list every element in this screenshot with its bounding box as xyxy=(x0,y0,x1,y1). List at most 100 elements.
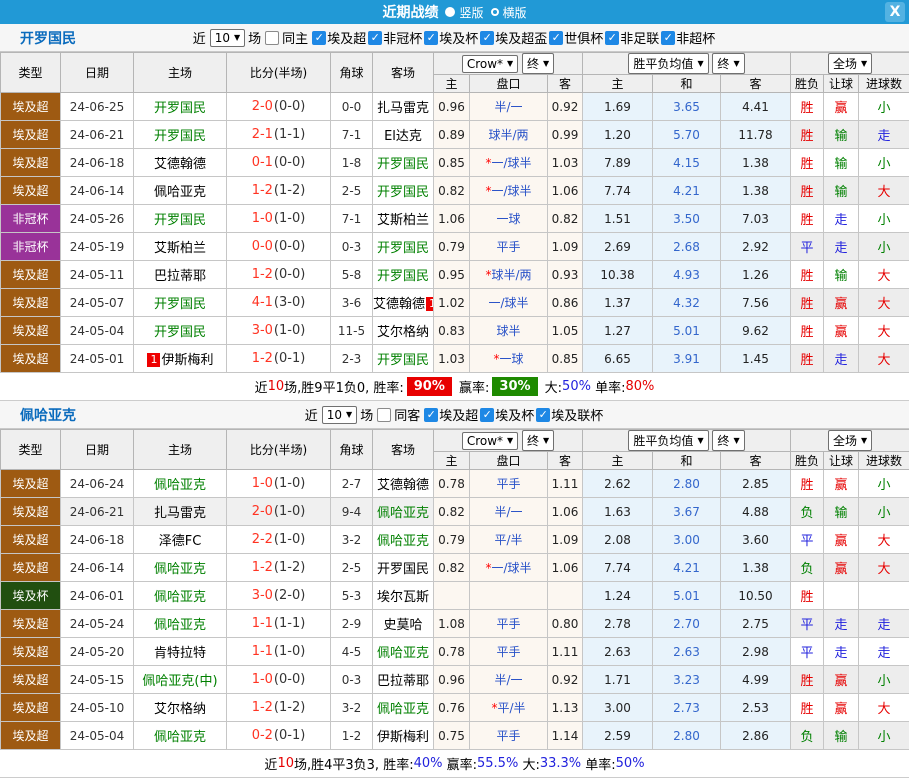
cell-date: 24-05-15 xyxy=(61,666,134,694)
match-scope-select[interactable]: 全场▼ xyxy=(828,430,872,451)
chevron-down-icon: ▼ xyxy=(346,411,352,419)
league-checkbox[interactable]: ✓ xyxy=(312,31,326,45)
league-checkbox[interactable]: ✓ xyxy=(549,31,563,45)
cell-avg-away: 4.99 xyxy=(721,666,791,694)
league-checkbox[interactable]: ✓ xyxy=(424,408,438,422)
cell-score: 0-2(0-1) xyxy=(227,722,331,750)
team-label: 伊斯梅利 xyxy=(161,353,213,368)
cell-league-type: 埃及超 xyxy=(1,638,61,666)
cell-goals-result: 小 xyxy=(859,498,909,526)
league-checkbox[interactable]: ✓ xyxy=(605,31,619,45)
team-label: 佩哈亚克 xyxy=(377,646,429,661)
summary-part: 场,胜9平1负0, 胜率: xyxy=(284,377,404,396)
cell-result: 胜 xyxy=(791,666,824,694)
cell-avg-home: 1.27 xyxy=(583,317,653,345)
team-label: 开罗国民 xyxy=(154,213,206,228)
league-checkbox[interactable]: ✓ xyxy=(368,31,382,45)
odds-company-select[interactable]: Crow*▼ xyxy=(462,55,518,73)
cell-home-team: 佩哈亚克 xyxy=(134,177,227,205)
score-halftime: (1-2) xyxy=(274,700,305,715)
team-label: 开罗国民 xyxy=(377,353,429,368)
league-checkbox[interactable]: ✓ xyxy=(536,408,550,422)
summary-part: 80% xyxy=(625,379,654,394)
cell-score: 1-0(1-0) xyxy=(227,470,331,498)
cell-avg-draw: 4.93 xyxy=(653,261,721,289)
table-row: 埃及超 24-06-18 艾德翰德 0-1(0-0) 1-8 开罗国民 0.85… xyxy=(1,149,909,177)
cell-result: 胜 xyxy=(791,149,824,177)
table-row: 埃及超 24-05-04 佩哈亚克 0-2(0-1) 1-2 伊斯梅利 0.75… xyxy=(1,722,909,750)
score-halftime: (1-2) xyxy=(274,560,305,575)
summary-part: 90% xyxy=(407,377,452,396)
score-halftime: (1-2) xyxy=(274,183,305,198)
final-odds-select[interactable]: 终▼ xyxy=(712,53,744,74)
team-label: 佩哈亚克(中) xyxy=(142,674,217,689)
league-label: 世俱杯 xyxy=(564,28,603,47)
col-header: 比分(半场) xyxy=(227,53,331,93)
cell-odds-away: 1.06 xyxy=(548,498,583,526)
odds-select-group: Crow*▼ 终▼ xyxy=(434,430,583,452)
cell-league-type: 埃及超 xyxy=(1,261,61,289)
league-checkbox[interactable]: ✓ xyxy=(480,31,494,45)
cell-avg-draw: 2.80 xyxy=(653,470,721,498)
cell-avg-away: 3.60 xyxy=(721,526,791,554)
cell-handicap: 平手 xyxy=(470,233,548,261)
cell-corners: 1-2 xyxy=(331,722,373,750)
cell-odds-away: 0.85 xyxy=(548,345,583,373)
cell-score: 4-1(3-0) xyxy=(227,289,331,317)
cell-corners: 3-2 xyxy=(331,526,373,554)
score-fulltime: 3-0 xyxy=(252,588,273,603)
cell-score: 1-2(1-2) xyxy=(227,694,331,722)
odds-company-select[interactable]: Crow*▼ xyxy=(462,432,518,450)
cell-away-team: 开罗国民 xyxy=(373,149,434,177)
cell-avg-draw: 3.00 xyxy=(653,526,721,554)
cell-corners: 2-5 xyxy=(331,554,373,582)
avg-odds-select[interactable]: 胜平负均值▼ xyxy=(628,430,708,451)
league-filters: ✓埃及超✓非冠杯✓埃及杯✓埃及超盃✓世俱杯✓非足联✓非超杯 xyxy=(312,28,716,47)
match-scope-select[interactable]: 全场▼ xyxy=(828,53,872,74)
cell-avg-home: 2.78 xyxy=(583,610,653,638)
same-venue-checkbox[interactable] xyxy=(265,31,279,45)
cell-avg-draw: 3.23 xyxy=(653,666,721,694)
league-checkbox[interactable]: ✓ xyxy=(661,31,675,45)
sub-header: 客 xyxy=(548,75,583,93)
final-odds-select[interactable]: 终▼ xyxy=(522,430,554,451)
league-checkbox[interactable]: ✓ xyxy=(480,408,494,422)
score-halftime: (0-1) xyxy=(274,351,305,366)
league-label: 埃及联杯 xyxy=(551,405,603,424)
match-count-select[interactable]: 10▼ xyxy=(210,29,245,47)
final-odds-select[interactable]: 终▼ xyxy=(522,53,554,74)
team-label: 佩哈亚克 xyxy=(154,590,206,605)
cell-goals-result: 大 xyxy=(859,526,909,554)
cell-league-type: 埃及超 xyxy=(1,526,61,554)
team-label: 扎马雷克 xyxy=(154,506,206,521)
layout-radio-horizontal[interactable]: 横版 xyxy=(491,4,527,21)
same-venue-checkbox[interactable] xyxy=(377,408,391,422)
cell-handicap: 球半 xyxy=(470,317,548,345)
cell-avg-home: 1.63 xyxy=(583,498,653,526)
cell-avg-away: 7.56 xyxy=(721,289,791,317)
close-icon[interactable]: X xyxy=(885,2,905,22)
cell-odds-away: 1.06 xyxy=(548,554,583,582)
cell-home-team: 巴拉蒂耶 xyxy=(134,261,227,289)
cell-date: 24-05-19 xyxy=(61,233,134,261)
league-checkbox[interactable]: ✓ xyxy=(424,31,438,45)
score-fulltime: 0-0 xyxy=(252,239,273,254)
cell-result: 平 xyxy=(791,610,824,638)
layout-radio-vertical[interactable]: 竖版 xyxy=(445,4,483,21)
team-label: 开罗国民 xyxy=(154,101,206,116)
summary-part: 10 xyxy=(268,379,285,394)
final-odds-select[interactable]: 终▼ xyxy=(712,430,744,451)
cell-handicap: 平手 xyxy=(470,722,548,750)
cell-avg-home: 7.74 xyxy=(583,177,653,205)
cell-goals-result: 大 xyxy=(859,554,909,582)
table-row: 埃及超 24-06-14 佩哈亚克 1-2(1-2) 2-5 开罗国民 0.82… xyxy=(1,177,909,205)
cell-goals-result: 小 xyxy=(859,722,909,750)
cell-odds-away: 1.05 xyxy=(548,317,583,345)
cell-avg-draw: 3.50 xyxy=(653,205,721,233)
avg-odds-select[interactable]: 胜平负均值▼ xyxy=(628,53,708,74)
match-count-select[interactable]: 10▼ xyxy=(322,406,357,424)
cell-handicap-result: 输 xyxy=(824,498,859,526)
cell-corners: 3-2 xyxy=(331,694,373,722)
cell-avg-home: 2.69 xyxy=(583,233,653,261)
cell-away-team: 开罗国民 xyxy=(373,261,434,289)
